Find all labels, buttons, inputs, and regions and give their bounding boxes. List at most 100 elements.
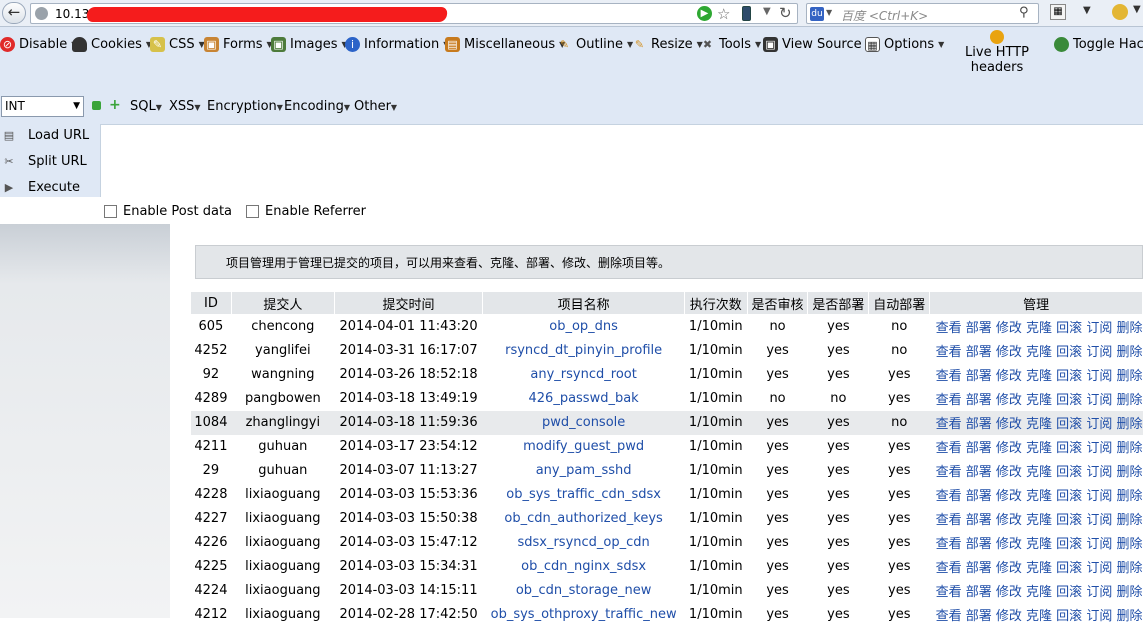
split-url-button[interactable]: ✂ Split URL bbox=[2, 154, 86, 169]
enable-referrer-checkbox[interactable]: Enable Referrer bbox=[242, 204, 366, 219]
view-source-icon: ▣ bbox=[763, 37, 778, 52]
menu-forms[interactable]: ▣ Forms ▼ bbox=[204, 37, 273, 52]
col-manage: 管理 bbox=[929, 291, 1143, 315]
cell-autodeploy: no bbox=[891, 319, 908, 335]
cell-reviewed: yes bbox=[766, 535, 789, 550]
cell-project[interactable]: sdsx_rsyncd_op_cdn bbox=[483, 531, 685, 555]
menu-resize[interactable]: ✎ Resize ▼ bbox=[632, 37, 703, 52]
screenshot-icon[interactable]: ▦ bbox=[1050, 4, 1066, 20]
cell-project[interactable]: rsyncd_dt_pinyin_profile bbox=[483, 339, 685, 363]
chevron-down-icon[interactable]: ▼ bbox=[1133, 4, 1141, 15]
reload-icon[interactable]: ↻ bbox=[779, 4, 792, 22]
menu-encoding[interactable]: Encoding▼ bbox=[284, 99, 350, 114]
outline-icon: ✎ bbox=[559, 38, 570, 51]
cell-actions[interactable]: 查看 部署 修改 克隆 回滚 订阅 删除 bbox=[929, 410, 1143, 435]
minus-icon[interactable] bbox=[92, 101, 101, 110]
cell-project[interactable]: ob_cdn_authorized_keys bbox=[483, 507, 685, 531]
cell-project[interactable]: any_rsyncd_root bbox=[483, 363, 685, 387]
col-id[interactable]: ID bbox=[190, 291, 232, 315]
cell-project[interactable]: ob_cdn_storage_new bbox=[483, 579, 685, 603]
search-icon[interactable]: ⚲ bbox=[1019, 5, 1029, 20]
cell-project[interactable]: ob_op_dns bbox=[483, 315, 685, 339]
menu-cookies[interactable]: Cookies ▼ bbox=[72, 37, 152, 52]
menu-xss[interactable]: XSS▼ bbox=[169, 99, 201, 114]
cell-actions[interactable]: 查看 部署 修改 克隆 回滚 订阅 删除 bbox=[930, 507, 1143, 531]
cell-project[interactable]: ob_sys_othproxy_traffic_new bbox=[483, 603, 685, 627]
search-field[interactable]: du ▼ 百度 <Ctrl+K> ⚲ bbox=[806, 3, 1039, 24]
cell-time: 2014-04-01 11:43:20 bbox=[339, 319, 478, 335]
menu-sql[interactable]: SQL▼ bbox=[130, 99, 162, 114]
hackbar-url-textarea[interactable] bbox=[100, 124, 1143, 197]
live-http-headers-button[interactable]: Live HTTP headers bbox=[943, 30, 1051, 75]
hackbar-options: Enable Post data Enable Referrer bbox=[100, 199, 366, 223]
checkbox-box[interactable] bbox=[246, 204, 260, 218]
url-field[interactable]: 10.13. ▶ ☆ ▼ ↻ bbox=[30, 3, 798, 24]
menu-images[interactable]: ▣Images▼ bbox=[271, 37, 348, 52]
menu-encryption[interactable]: Encryption▼ bbox=[207, 99, 283, 114]
mobile-icon[interactable] bbox=[742, 6, 751, 21]
cookies-icon bbox=[72, 37, 87, 52]
chevron-down-icon[interactable]: ▼ bbox=[763, 6, 771, 17]
scissors-icon: ✂ bbox=[4, 154, 14, 168]
cell-actions[interactable]: 查看 部署 修改 克隆 回滚 订阅 删除 bbox=[930, 531, 1143, 555]
menu-miscellaneous[interactable]: ▤ Miscellaneous ▼ bbox=[445, 37, 565, 52]
cell-deployed: yes bbox=[827, 511, 850, 526]
cell-project[interactable]: 426_passwd_bak bbox=[483, 387, 685, 411]
cell-actions[interactable]: 查看 部署 修改 克隆 回滚 订阅 删除 bbox=[930, 363, 1143, 387]
globe-icon bbox=[35, 7, 48, 20]
col-deployed[interactable]: 是否部署 bbox=[807, 291, 870, 315]
menu-options[interactable]: ▦ Options ▼ bbox=[865, 37, 944, 52]
cell-project[interactable]: pwd_console bbox=[482, 410, 685, 435]
cell-actions[interactable]: 查看 部署 修改 克隆 回滚 订阅 删除 bbox=[930, 315, 1143, 339]
menu-tools[interactable]: ✖ Tools ▼ bbox=[700, 37, 761, 52]
menu-label: Cookies bbox=[91, 37, 142, 52]
cell-actions[interactable]: 查看 部署 修改 克隆 回滚 订阅 删除 bbox=[930, 483, 1143, 507]
cell-actions[interactable]: 查看 部署 修改 克隆 回滚 订阅 删除 bbox=[930, 603, 1143, 627]
chevron-down-icon[interactable]: ▼ bbox=[1083, 5, 1091, 16]
addon-icon[interactable] bbox=[1112, 4, 1128, 20]
menu-label: Other bbox=[354, 99, 391, 114]
load-url-button[interactable]: ▤ Load URL bbox=[2, 128, 89, 143]
cell-project[interactable]: any_pam_sshd bbox=[483, 459, 685, 483]
toggle-hack-button[interactable]: Toggle Hack bbox=[1054, 37, 1143, 52]
enable-post-data-checkbox[interactable]: Enable Post data bbox=[100, 204, 232, 219]
menu-css[interactable]: ✎ CSS ▼ bbox=[150, 37, 205, 52]
bookmark-star-icon[interactable]: ☆ bbox=[717, 5, 730, 23]
menu-view-source[interactable]: ▣View Source▼ bbox=[763, 37, 872, 52]
col-exec[interactable]: 执行次数 bbox=[683, 291, 748, 315]
menu-outline[interactable]: ✎ Outline ▼ bbox=[557, 37, 633, 52]
cell-actions[interactable]: 查看 部署 修改 克隆 回滚 订阅 删除 bbox=[930, 459, 1143, 483]
cell-actions[interactable]: 查看 部署 修改 克隆 回滚 订阅 删除 bbox=[930, 579, 1143, 603]
col-time[interactable]: 提交时间 bbox=[333, 291, 484, 315]
execute-button[interactable]: ▶ Execute bbox=[2, 180, 80, 195]
col-reviewed[interactable]: 是否审核 bbox=[746, 291, 809, 315]
go-icon[interactable]: ▶ bbox=[697, 6, 712, 21]
menu-label: Encoding bbox=[284, 99, 344, 114]
col-submitter[interactable]: 提交人 bbox=[230, 291, 335, 315]
cell-submitter: guhuan bbox=[258, 439, 308, 454]
back-button[interactable]: ← bbox=[2, 2, 26, 24]
cell-actions[interactable]: 查看 部署 修改 克隆 回滚 订阅 删除 bbox=[930, 339, 1143, 363]
cell-actions[interactable]: 查看 部署 修改 克隆 回滚 订阅 删除 bbox=[930, 555, 1143, 579]
menu-information[interactable]: iInformation▼ bbox=[345, 37, 449, 52]
cell-actions[interactable]: 查看 部署 修改 克隆 回滚 订阅 删除 bbox=[930, 435, 1143, 459]
menu-disable[interactable]: ⊘Disable▼ bbox=[0, 37, 77, 52]
cell-project[interactable]: ob_cdn_nginx_sdsx bbox=[483, 555, 685, 579]
search-engine-logo[interactable]: du bbox=[810, 7, 824, 21]
table-row: 605 chencong 2014-04-01 11:43:20 ob_op_dns 1… bbox=[191, 315, 1143, 339]
cell-actions[interactable]: 查看 部署 修改 克隆 回滚 订阅 删除 bbox=[930, 387, 1143, 411]
checkbox-box[interactable] bbox=[104, 204, 117, 218]
cell-reviewed: yes bbox=[766, 463, 789, 478]
col-project[interactable]: 项目名称 bbox=[482, 291, 685, 315]
col-autodeploy[interactable]: 自动部署 bbox=[868, 291, 931, 315]
cell-exec: 1/10min bbox=[688, 487, 743, 502]
cell-deployed: yes bbox=[827, 487, 850, 502]
chevron-down-icon[interactable]: ▼ bbox=[826, 8, 832, 17]
plus-icon[interactable]: + bbox=[109, 98, 121, 112]
int-select[interactable]: INT ▼ bbox=[1, 96, 84, 117]
search-placeholder: 百度 <Ctrl+K> bbox=[841, 9, 929, 23]
cell-project[interactable]: ob_sys_traffic_cdn_sdsx bbox=[483, 483, 685, 507]
cell-project[interactable]: modify_guest_pwd bbox=[483, 435, 685, 459]
menu-other[interactable]: Other▼ bbox=[354, 99, 397, 114]
cell-autodeploy: yes bbox=[888, 439, 911, 454]
